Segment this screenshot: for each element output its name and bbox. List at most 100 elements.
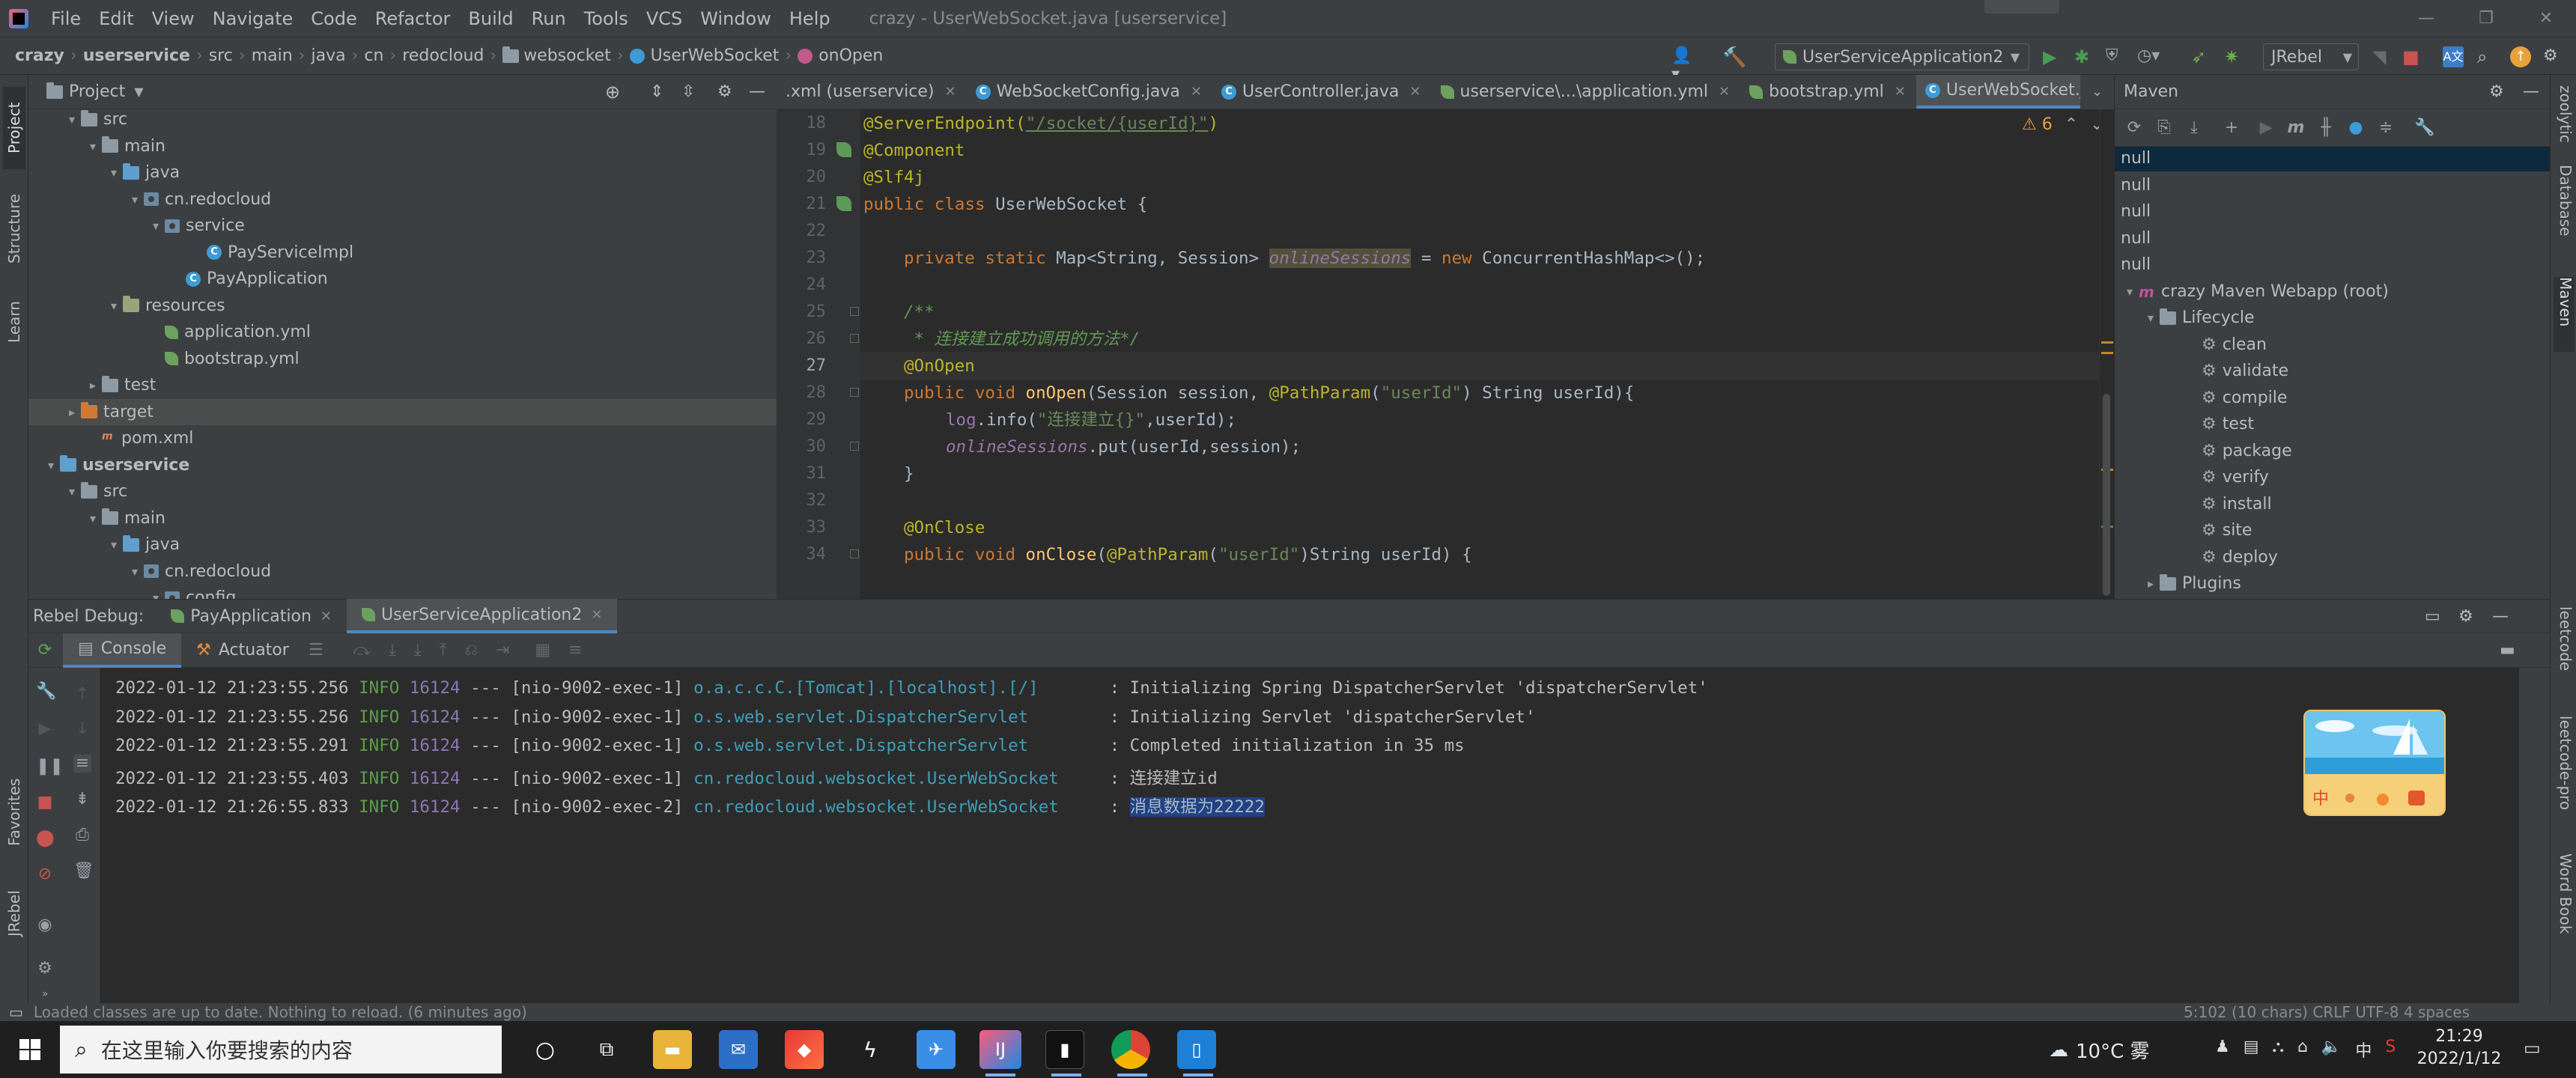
- close-tab-icon[interactable]: ✕: [321, 609, 332, 624]
- editor-scrollbar[interactable]: [2099, 109, 2114, 599]
- collapse-all-icon[interactable]: ⇳: [681, 82, 695, 101]
- menu-item-help[interactable]: Help: [780, 8, 839, 29]
- breadcrumb-item[interactable]: main: [246, 46, 299, 65]
- close-window-button[interactable]: ✕: [2516, 3, 2576, 34]
- download-icon[interactable]: ⤓: [2185, 119, 2203, 137]
- tree-row[interactable]: ▾ cn.redocloud: [28, 558, 777, 585]
- vcs-user-icon[interactable]: 👤▾: [1671, 46, 1692, 84]
- spring-bean-icon[interactable]: [836, 142, 851, 157]
- breadcrumb-item[interactable]: crazy: [9, 46, 70, 65]
- chevron-down-icon[interactable]: ▾: [105, 299, 123, 313]
- tray-app-icon[interactable]: S: [2385, 1038, 2396, 1062]
- menu-item-file[interactable]: File: [42, 8, 90, 29]
- editor-tab[interactable]: bootstrap.yml ✕: [1740, 75, 1916, 109]
- mute-breakpoints-icon[interactable]: ⊘: [36, 865, 54, 883]
- maven-tree-row[interactable]: ⚙ verify: [2115, 464, 2550, 490]
- breadcrumb-item[interactable]: onOpen: [792, 46, 889, 65]
- task-view-icon[interactable]: ⧉: [587, 1030, 626, 1069]
- translate-icon[interactable]: A文: [2443, 46, 2464, 67]
- app-red-icon[interactable]: ◆: [785, 1030, 824, 1069]
- maven-tree-row[interactable]: null: [2115, 198, 2550, 225]
- debug-bug-icon[interactable]: ✱: [2074, 46, 2095, 67]
- step-out-icon[interactable]: ⤒: [440, 641, 447, 660]
- status-cursor-info[interactable]: 5:102 (10 chars) CRLF UTF-8 4 spaces: [2184, 1003, 2470, 1021]
- chevron-down-icon[interactable]: ▾: [42, 458, 60, 472]
- database-tool-tab[interactable]: Database: [2554, 165, 2575, 255]
- tree-row[interactable]: ▾ cn.redocloud: [28, 186, 777, 213]
- add-icon[interactable]: +: [2223, 119, 2241, 137]
- chevron-right-icon[interactable]: ▸: [84, 378, 102, 392]
- chevron-right-icon[interactable]: ▸: [63, 405, 81, 419]
- tree-row[interactable]: bootstrap.yml: [28, 346, 777, 372]
- tree-row[interactable]: application.yml: [28, 319, 777, 345]
- view-breakpoints-icon[interactable]: ⬤: [36, 829, 55, 847]
- tree-row[interactable]: C PayApplication: [28, 266, 777, 292]
- resume-icon[interactable]: ▶: [36, 720, 54, 738]
- tree-row[interactable]: m pom.xml: [28, 425, 777, 451]
- tree-row[interactable]: ▸ test: [28, 372, 777, 398]
- tray-app-icon[interactable]: ▤: [2244, 1038, 2259, 1062]
- app-bird-icon[interactable]: ✈: [917, 1030, 956, 1069]
- file-explorer-icon[interactable]: ▬: [653, 1030, 692, 1069]
- menu-item-edit[interactable]: Edit: [90, 8, 142, 29]
- tab-console[interactable]: ▤ Console: [63, 633, 182, 668]
- ime-indicator[interactable]: 中: [2355, 1038, 2372, 1062]
- tray-app-icon[interactable]: ⛬: [2273, 1038, 2284, 1062]
- close-tab-icon[interactable]: ✕: [591, 607, 602, 623]
- print-icon[interactable]: ⎙: [73, 826, 91, 844]
- cortana-icon[interactable]: ○: [526, 1030, 565, 1069]
- spring-bean-icon[interactable]: [836, 196, 851, 211]
- close-tab-icon[interactable]: ✕: [945, 84, 956, 100]
- breadcrumb-item[interactable]: cn: [358, 46, 389, 65]
- gear-icon[interactable]: ⚙: [2458, 607, 2473, 626]
- chevron-down-icon[interactable]: ▼: [134, 85, 143, 99]
- search-icon[interactable]: ⌕: [2477, 46, 2498, 67]
- tray-volume-icon[interactable]: 🔈: [2321, 1038, 2342, 1062]
- word-book-tool-tab[interactable]: Word Book: [2554, 853, 2575, 943]
- structure-tool-tab[interactable]: Structure: [3, 180, 25, 277]
- run-config-select[interactable]: UserServiceApplication2 ▼: [1775, 43, 2029, 70]
- warnings-badge[interactable]: ⚠ 6 ⌃ ⌄: [2022, 115, 2104, 134]
- event-log-icon[interactable]: ▭: [9, 1003, 23, 1021]
- mail-icon[interactable]: ✉: [719, 1030, 758, 1069]
- evaluate-icon[interactable]: ▦: [535, 641, 550, 660]
- chevron-down-icon[interactable]: ▾: [126, 192, 144, 207]
- debug-run-tab[interactable]: PayApplication ✕: [156, 599, 347, 633]
- stop-icon[interactable]: ■: [2402, 46, 2423, 67]
- drop-frame-icon[interactable]: ⎌: [464, 641, 478, 660]
- maven-tree-row[interactable]: null: [2115, 172, 2550, 198]
- tree-row[interactable]: ▾ java: [28, 532, 777, 558]
- fold-marker-icon[interactable]: [850, 442, 859, 451]
- attach-icon[interactable]: ◥: [2372, 46, 2393, 67]
- more-icon[interactable]: »: [36, 985, 54, 1003]
- step-over-icon[interactable]: ⤼: [353, 641, 371, 660]
- locate-icon[interactable]: ⊕: [605, 82, 620, 103]
- breadcrumb-item[interactable]: redocloud: [396, 46, 490, 65]
- chevron-right-icon[interactable]: ▸: [2142, 576, 2160, 591]
- breadcrumb-item[interactable]: src: [203, 46, 239, 65]
- update-icon[interactable]: ↑: [2510, 46, 2531, 67]
- menu-item-view[interactable]: View: [143, 8, 204, 29]
- log-message-selected[interactable]: 消息数据为22222: [1129, 797, 1265, 817]
- breadcrumb-item[interactable]: websocket: [496, 46, 617, 65]
- maven-tree-row[interactable]: ⚙ validate: [2115, 358, 2550, 384]
- jrebel-run-icon[interactable]: ➶: [2191, 46, 2212, 67]
- windows-start-button[interactable]: [0, 1021, 60, 1078]
- hide-icon[interactable]: —: [749, 82, 765, 101]
- editor-tab[interactable]: .xml (userservice) ✕: [777, 75, 967, 109]
- tree-row[interactable]: C PayServiceImpl: [28, 240, 777, 266]
- chevron-down-icon[interactable]: ▾: [105, 538, 123, 552]
- intellij-taskbar-icon[interactable]: IJ: [979, 1030, 1021, 1069]
- menu-icon[interactable]: ☰: [309, 641, 323, 660]
- maven-tree-row[interactable]: ⚙ test: [2115, 411, 2550, 437]
- gear-icon[interactable]: ⚙: [36, 960, 54, 978]
- debug-run-tab[interactable]: UserServiceApplication2 ✕: [347, 599, 618, 633]
- rerun-icon[interactable]: ⟳: [36, 642, 54, 660]
- tree-row[interactable]: ▾ service: [28, 213, 777, 239]
- maven-goal-icon[interactable]: m: [2287, 119, 2305, 137]
- chevron-down-icon[interactable]: ▾: [63, 484, 81, 499]
- chevron-down-icon[interactable]: ▾: [147, 219, 165, 233]
- editor-tab[interactable]: userservice\...\application.yml ✕: [1432, 75, 1741, 109]
- soft-wrap-icon[interactable]: ≡: [73, 755, 91, 773]
- run-to-cursor-icon[interactable]: ⇥: [496, 641, 509, 660]
